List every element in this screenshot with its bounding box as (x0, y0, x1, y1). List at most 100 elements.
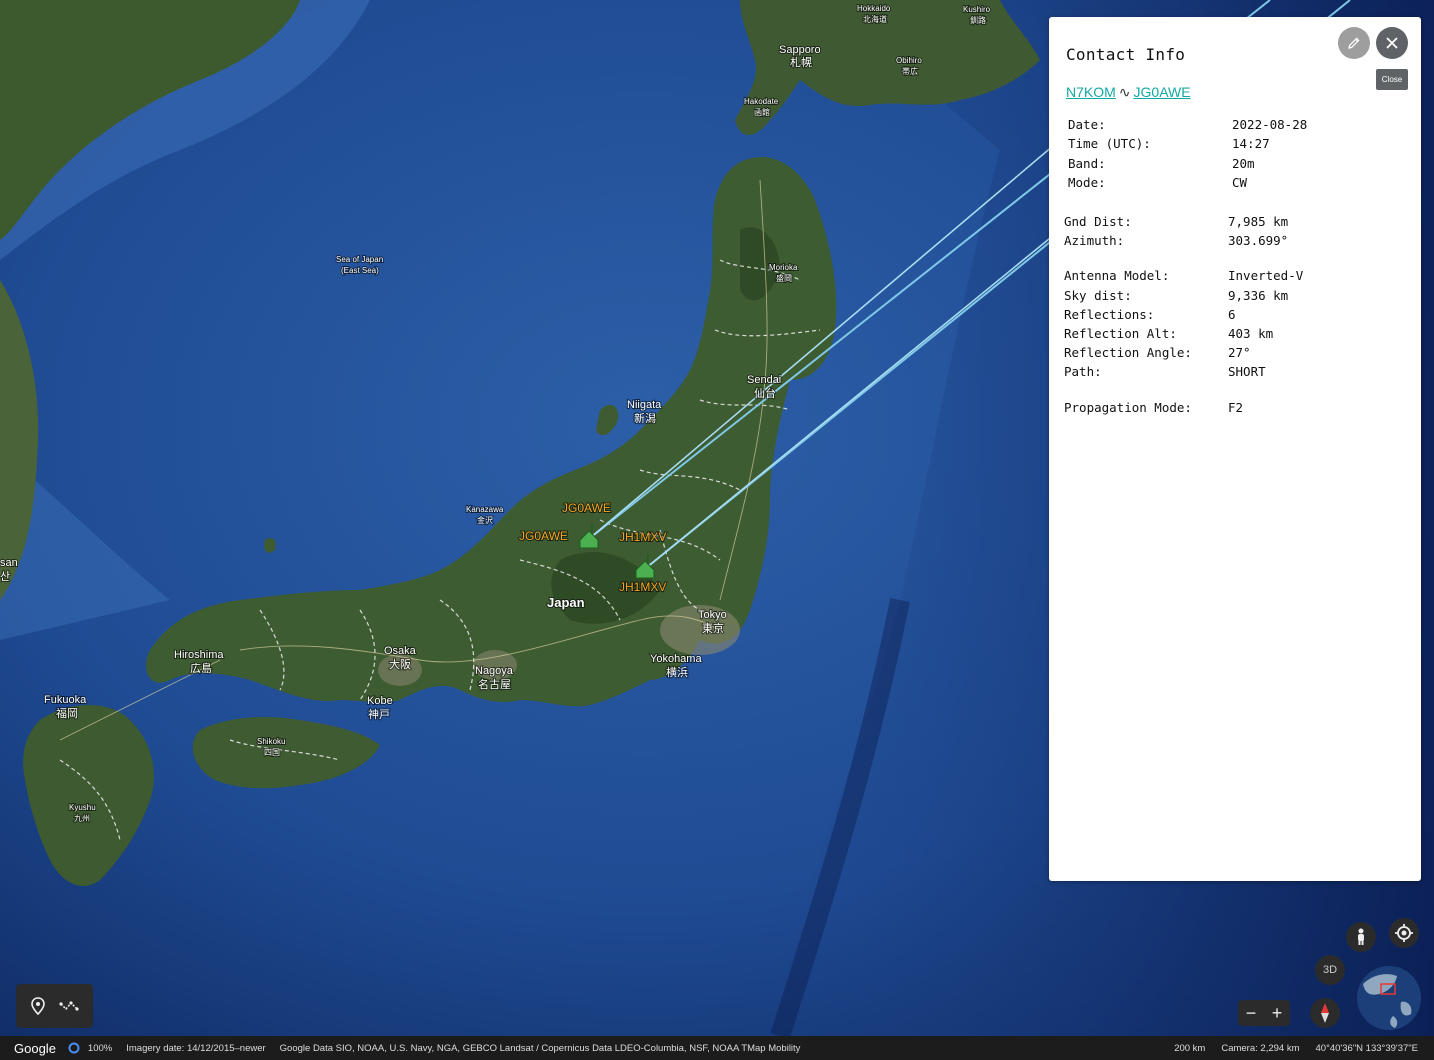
camera-altitude: Camera: 2,294 km (1221, 1042, 1300, 1054)
globe-minimap[interactable] (1357, 966, 1421, 1030)
path-tool-icon[interactable] (59, 999, 79, 1013)
zoom-in-button[interactable]: + (1272, 1003, 1283, 1024)
contact-info-panel: Contact Info Close N7KOM ∿ JG0AWE Date: 202… (1049, 17, 1421, 881)
row-key: Time (UTC): (1068, 136, 1151, 151)
row-value: 27° (1228, 345, 1251, 360)
label-kobe: Kobe (367, 695, 393, 707)
row-key: Gnd Dist: (1064, 214, 1132, 229)
row-value: 6 (1228, 307, 1236, 322)
label-sendai-jp: 仙台 (754, 386, 776, 400)
label-niigata-jp: 新潟 (634, 411, 656, 425)
label-obihiro: Obihiro (896, 56, 922, 65)
label-hokkaido-jp: 北海道 (863, 14, 887, 24)
callsign-from-link[interactable]: N7KOM (1066, 84, 1116, 100)
row-value: 7,985 km (1228, 214, 1289, 229)
row-value: 2022-08-28 (1232, 117, 1308, 132)
label-kyushu-jp: 九州 (74, 814, 90, 823)
row-key: Propagation Mode: (1064, 400, 1192, 415)
label-kobe-jp: 神戸 (368, 707, 390, 721)
label-sapporo: Sapporo (779, 44, 821, 56)
row-value: F2 (1228, 400, 1244, 415)
placemark-label-jh1mxv[interactable]: JH1MXV (618, 579, 667, 595)
street-view-button[interactable] (1346, 922, 1376, 952)
row-key: Reflection Angle: (1064, 345, 1192, 360)
google-logo: Google (14, 1040, 56, 1056)
label-kanazawa: Kanazawa (466, 505, 504, 514)
row-key: Path: (1064, 364, 1102, 379)
row-key: Mode: (1068, 175, 1106, 190)
label-hiroshima-jp: 広島 (190, 661, 212, 675)
row-key: Azimuth: (1064, 233, 1125, 248)
row-antenna-model: Antenna Model: Inverted-V (1064, 268, 1303, 283)
row-date: Date: 2022-08-28 (1068, 117, 1307, 132)
contact-callsigns: N7KOM ∿ JG0AWE (1066, 84, 1191, 101)
label-fukuoka-jp: 福岡 (56, 706, 78, 720)
callsign-separator: ∿ (1118, 84, 1131, 100)
label-hokkaido: Hokkaido (857, 4, 891, 13)
row-key: Reflection Alt: (1064, 326, 1177, 341)
row-reflection-alt: Reflection Alt: 403 km (1064, 326, 1273, 341)
data-credits[interactable]: Google Data SIO, NOAA, U.S. Navy, NGA, G… (280, 1043, 801, 1054)
row-path: Path: SHORT (1064, 364, 1266, 379)
map-tools (16, 984, 93, 1028)
row-value: SHORT (1228, 364, 1266, 379)
compass-button[interactable] (1310, 998, 1340, 1028)
label-yokohama-jp: 横浜 (666, 665, 688, 679)
row-gnd-dist: Gnd Dist: 7,985 km (1064, 214, 1288, 229)
row-band: Band: 20m (1068, 156, 1255, 171)
placemark-label-jg0awe[interactable]: JG0AWE (518, 528, 569, 544)
compass-icon (1321, 1003, 1329, 1023)
label-shikoku-jp: 四国 (264, 748, 280, 757)
close-button[interactable] (1376, 27, 1408, 59)
label-morioka: Morioka (769, 263, 798, 272)
zoom-control: − + (1238, 1000, 1290, 1026)
label-sapporo-jp: 札幌 (790, 55, 812, 69)
zoom-out-button[interactable]: − (1246, 1003, 1257, 1024)
row-value: 403 km (1228, 326, 1274, 341)
cursor-coordinates: 40°40'36"N 133°39'37"E (1315, 1042, 1419, 1054)
pencil-icon (1348, 37, 1360, 49)
callsign-to-link[interactable]: JG0AWE (1134, 84, 1191, 100)
row-value: 14:27 (1232, 136, 1270, 151)
label-yokohama: Yokohama (650, 653, 702, 665)
3d-toggle-button[interactable]: 3D (1315, 955, 1345, 985)
label-kyushu: Kyushu (69, 803, 96, 812)
label-osaka: Osaka (384, 645, 417, 657)
row-value: CW (1232, 175, 1248, 190)
imagery-date: Imagery date: 14/12/2015–newer (126, 1042, 266, 1054)
row-mode: Mode: CW (1068, 175, 1247, 190)
label-fukuoka: Fukuoka (44, 694, 87, 706)
locate-icon (1395, 924, 1413, 942)
panel-title: Contact Info (1066, 45, 1186, 64)
zoom-percent: 100% (87, 1042, 113, 1054)
row-key: Band: (1068, 156, 1106, 171)
placemark-label-jg0awe-top[interactable]: JG0AWE (561, 500, 612, 516)
label-kushiro-jp: 釧路 (970, 15, 986, 25)
row-value: 20m (1232, 156, 1255, 171)
row-value: Inverted-V (1228, 268, 1304, 283)
placemark-tool-icon[interactable] (30, 997, 46, 1015)
label-nagoya-jp: 名古屋 (478, 677, 511, 691)
scale-label: 200 km (1174, 1042, 1206, 1054)
placemark-label-jh1mxv-top[interactable]: JH1MXV (618, 529, 667, 545)
label-hiroshima: Hiroshima (174, 649, 224, 661)
globe-icon (1357, 966, 1421, 1030)
label-osaka-jp: 大阪 (389, 657, 411, 671)
label-japan: Japan (547, 595, 585, 610)
row-key: Date: (1068, 117, 1106, 132)
label-kanazawa-jp: 金沢 (477, 515, 493, 525)
row-sky-dist: Sky dist: 9,336 km (1064, 288, 1288, 303)
label-busan-jp-fragment: 산 (0, 570, 10, 583)
row-reflections: Reflections: 6 (1064, 307, 1236, 322)
loading-ring-icon (68, 1042, 80, 1054)
label-sendai: Sendai (747, 374, 781, 386)
my-location-button[interactable] (1389, 918, 1419, 948)
label-sea-of-japan: Sea of Japan (336, 255, 383, 264)
close-icon (1386, 37, 1398, 49)
label-hakodate: Hakodate (744, 97, 779, 106)
label-kushiro: Kushiro (963, 5, 991, 14)
label-morioka-jp: 盛岡 (776, 273, 792, 283)
row-key: Reflections: (1064, 307, 1155, 322)
edit-button[interactable] (1338, 27, 1370, 59)
label-busan-fragment: san (0, 557, 18, 569)
